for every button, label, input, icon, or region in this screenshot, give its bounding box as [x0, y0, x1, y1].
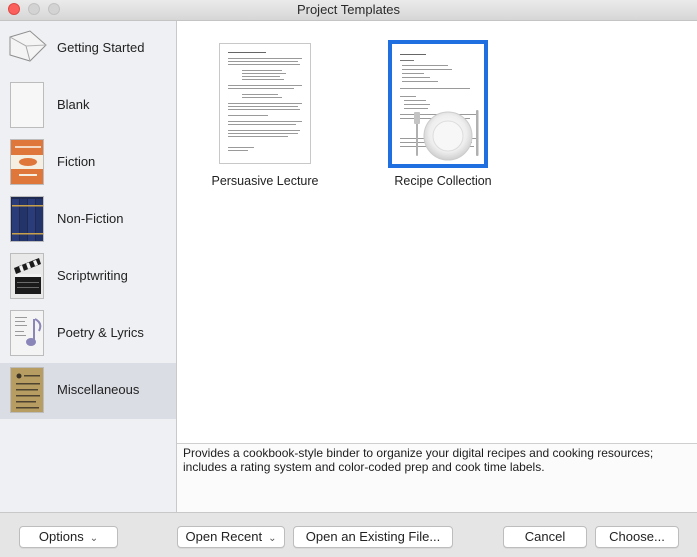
sidebar-item-label: Getting Started: [57, 40, 145, 55]
choose-button[interactable]: Choose...: [595, 526, 679, 548]
chevron-down-icon: ⌄: [89, 533, 99, 544]
bookshelf-icon: [10, 196, 44, 242]
sidebar-item-miscellaneous[interactable]: Miscellaneous: [0, 363, 176, 419]
template-preview: [219, 43, 311, 164]
notebook-icon: [10, 367, 44, 413]
sidebar-item-poetry-lyrics[interactable]: Poetry & Lyrics: [0, 306, 176, 362]
clapperboard-icon: [10, 253, 44, 299]
sidebar-item-label: Fiction: [57, 154, 96, 169]
sidebar-item-blank[interactable]: Blank: [0, 78, 176, 134]
sidebar-item-non-fiction[interactable]: Non-Fiction: [0, 192, 176, 248]
sidebar-item-label: Non-Fiction: [57, 211, 124, 226]
template-grid: Persuasive Lecture Recipe Collection: [177, 21, 697, 443]
template-label: Persuasive Lecture: [211, 174, 319, 188]
category-sidebar: Getting Started Blank Fiction Non-Fictio…: [0, 21, 177, 512]
open-recent-button[interactable]: Open Recent ⌄: [177, 526, 285, 548]
cancel-button[interactable]: Cancel: [503, 526, 587, 548]
template-recipe-collection[interactable]: Recipe Collection: [378, 40, 508, 211]
sidebar-item-label: Blank: [57, 97, 90, 112]
template-label: Recipe Collection: [394, 174, 492, 188]
music-note-icon: [10, 310, 44, 356]
template-preview: [388, 40, 488, 168]
options-button[interactable]: Options ⌄: [19, 526, 118, 548]
project-templates-window: Project Templates Getting Started Blank: [0, 0, 697, 557]
template-persuasive-lecture[interactable]: Persuasive Lecture: [200, 41, 330, 211]
envelope-icon: [6, 27, 48, 65]
sidebar-item-getting-started[interactable]: Getting Started: [0, 21, 176, 77]
sidebar-item-label: Poetry & Lyrics: [57, 325, 144, 340]
template-description: Provides a cookbook-style binder to orga…: [177, 443, 697, 512]
open-existing-file-button[interactable]: Open an Existing File...: [293, 526, 453, 548]
dinner-plate-icon: [414, 110, 479, 161]
sidebar-item-fiction[interactable]: Fiction: [0, 135, 176, 191]
options-button-label: Options: [38, 529, 84, 544]
sidebar-item-label: Miscellaneous: [57, 382, 140, 397]
chevron-down-icon: ⌄: [268, 533, 277, 544]
open-recent-button-label: Open Recent: [185, 529, 263, 544]
window-title: Project Templates: [296, 2, 401, 17]
fiction-book-icon: [10, 139, 44, 185]
title-bar: Project Templates: [0, 0, 697, 21]
blank-page-icon: [10, 82, 44, 128]
sidebar-item-scriptwriting[interactable]: Scriptwriting: [0, 249, 176, 305]
sidebar-item-label: Scriptwriting: [57, 268, 128, 283]
bottom-toolbar: Options ⌄ Open Recent ⌄ Open an Existing F…: [0, 512, 697, 557]
